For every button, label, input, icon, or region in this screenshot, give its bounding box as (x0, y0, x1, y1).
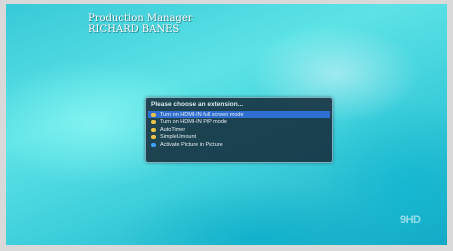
bullet-icon (151, 112, 156, 117)
bullet-icon (151, 135, 156, 140)
bullet-icon (151, 142, 156, 147)
caption-name: RICHARD BANES (88, 24, 180, 35)
channel-logo: 9HD (400, 214, 421, 226)
menu-item-label: Turn on HDMI-IN PiP mode (160, 119, 227, 126)
bullet-icon (151, 127, 156, 132)
menu-item-label: Activate Picture in Picture (160, 141, 223, 148)
caption-title: Production Manager (88, 13, 193, 24)
tv-screen: Production Manager RICHARD BANES Please … (6, 4, 447, 245)
lower-third-caption: Production Manager RICHARD BANES (88, 13, 193, 35)
bullet-icon (151, 120, 156, 125)
menu-item-label: SimpleUmount (160, 134, 197, 141)
menu-item-activate-pip[interactable]: Activate Picture in Picture (148, 141, 330, 148)
menu-item-simpleumount[interactable]: SimpleUmount (148, 134, 330, 141)
menu-title: Please choose an extension... (151, 101, 244, 108)
menu-item-label: Turn on HDMI-IN full screen mode (160, 111, 244, 118)
menu-item-hdmi-pip[interactable]: Turn on HDMI-IN PiP mode (148, 119, 330, 126)
menu-item-hdmi-full-screen[interactable]: Turn on HDMI-IN full screen mode (148, 111, 330, 118)
menu-list: Turn on HDMI-IN full screen mode Turn on… (148, 111, 330, 149)
menu-item-label: AutoTimer (160, 126, 186, 133)
extension-menu: Please choose an extension... Turn on HD… (145, 97, 333, 163)
menu-item-autotimer[interactable]: AutoTimer (148, 126, 330, 133)
